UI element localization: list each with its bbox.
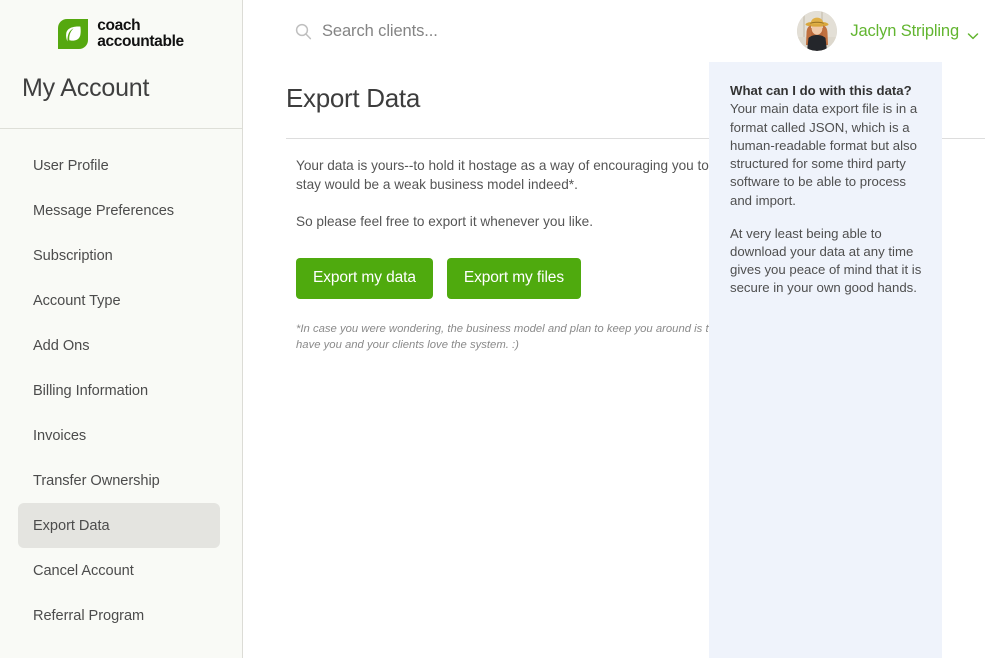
user-menu[interactable]: Jaclyn Stripling [797, 11, 979, 51]
search-input[interactable] [322, 21, 642, 41]
search-icon [295, 23, 312, 40]
sidebar-item-cancel-account[interactable]: Cancel Account [18, 548, 220, 593]
sidebar-item-label: Cancel Account [33, 562, 134, 579]
brand-wordmark: coach accountable [97, 18, 184, 50]
app-root: coach accountable My Account User Profil… [0, 0, 1000, 658]
page-body: Export Data Your data is yours--to hold … [243, 62, 1000, 658]
info-panel-paragraph-1: Your main data export file is in a forma… [730, 101, 918, 208]
content-area: Jaclyn Stripling Export Data Your data i… [243, 0, 1000, 658]
top-bar: Jaclyn Stripling [243, 0, 1000, 62]
export-my-files-button[interactable]: Export my files [446, 257, 581, 299]
export-button-row: Export my data Export my files [296, 257, 709, 299]
main-column: Your data is yours--to hold it hostage a… [243, 139, 715, 354]
sidebar-item-label: Subscription [33, 247, 113, 264]
export-my-data-button[interactable]: Export my data [296, 257, 433, 299]
sidebar-item-label: Add Ons [33, 337, 90, 354]
brand-word-line1: coach [97, 17, 141, 35]
intro-paragraph-1: Your data is yours--to hold it hostage a… [296, 158, 709, 193]
sidebar-item-add-ons[interactable]: Add Ons [18, 323, 220, 368]
brand-logo-link[interactable]: coach accountable [0, 0, 242, 62]
sidebar-title: My Account [22, 74, 150, 102]
sidebar-item-subscription[interactable]: Subscription [18, 233, 220, 278]
brand-word-line2: accountable [97, 33, 184, 50]
sidebar-item-label: Message Preferences [33, 202, 175, 219]
sidebar-item-label: Billing Information [33, 382, 149, 399]
sidebar-item-label: Account Type [33, 292, 121, 309]
sidebar-item-billing-information[interactable]: Billing Information [18, 368, 220, 413]
sidebar-nav: User Profile Message Preferences Subscri… [0, 129, 242, 638]
sidebar-item-label: User Profile [33, 157, 109, 174]
user-name: Jaclyn Stripling [850, 21, 959, 40]
chevron-down-icon[interactable] [967, 27, 979, 40]
sidebar-item-user-profile[interactable]: User Profile [18, 143, 220, 188]
footnote-text: *In case you were wondering, the busines… [296, 322, 715, 352]
sidebar-item-transfer-ownership[interactable]: Transfer Ownership [18, 458, 220, 503]
info-panel-title: What can I do with this data? [730, 83, 912, 98]
body-columns: Your data is yours--to hold it hostage a… [243, 62, 1000, 658]
sidebar: coach accountable My Account User Profil… [0, 0, 243, 658]
sidebar-item-referral-program[interactable]: Referral Program [18, 593, 220, 638]
sidebar-item-label: Referral Program [33, 607, 145, 624]
sidebar-item-message-preferences[interactable]: Message Preferences [18, 188, 220, 233]
search-box[interactable] [295, 21, 797, 41]
intro-paragraph-2: So please feel free to export it wheneve… [296, 213, 593, 229]
sidebar-item-account-type[interactable]: Account Type [18, 278, 220, 323]
coach-accountable-leaf-logo-icon [58, 19, 89, 49]
sidebar-item-invoices[interactable]: Invoices [18, 413, 220, 458]
sidebar-item-export-data[interactable]: Export Data [18, 503, 220, 548]
sidebar-item-label: Invoices [33, 427, 87, 444]
sidebar-item-label: Export Data [33, 517, 110, 534]
user-avatar-photo [797, 11, 838, 51]
info-panel-paragraph-2: At very least being able to download you… [730, 225, 922, 296]
info-panel: What can I do with this data? Your main … [709, 62, 942, 658]
sidebar-item-label: Transfer Ownership [33, 472, 160, 489]
